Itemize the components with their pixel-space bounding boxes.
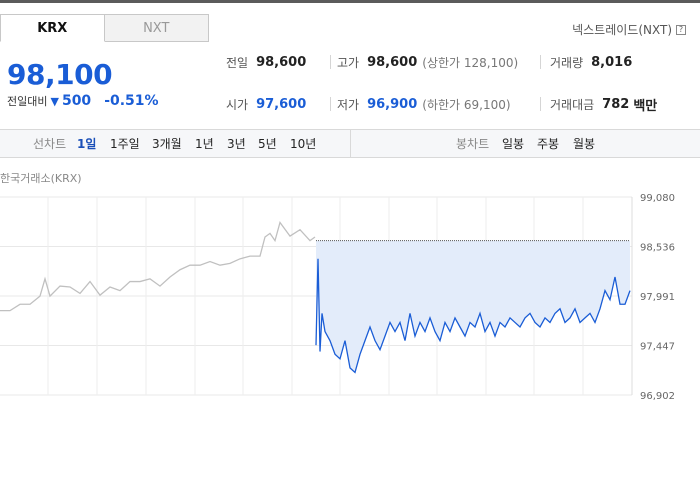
change-label: 전일대비 <box>7 95 48 108</box>
help-icon[interactable]: ? <box>676 24 686 35</box>
stat-label: 고가 <box>337 55 360 70</box>
line-chart-periods: 선차트 1일 1주일 3개월 1년 3년 5년 10년 <box>0 130 350 157</box>
stat-label: 시가 <box>226 97 249 112</box>
stat-value: 8,016 <box>591 54 633 70</box>
stat-label: 거래량 <box>550 55 584 70</box>
chart-caption: 한국거래소(KRX) <box>0 172 82 185</box>
period-bar: 선차트 1일 1주일 3개월 1년 3년 5년 10년 봉차트 일봉 주봉 월봉 <box>0 129 700 158</box>
price-change: 전일대비 ▼ 500 -0.51% <box>7 93 159 109</box>
candle-monthly[interactable]: 월봉 <box>573 135 595 152</box>
candle-chart-label: 봉차트 <box>456 137 490 151</box>
divider <box>540 97 541 111</box>
period-3m[interactable]: 3개월 <box>152 135 182 152</box>
current-price: 98,100 <box>7 58 113 91</box>
series-line-pre-market <box>0 220 316 312</box>
stat-unit: 백만 <box>633 98 658 114</box>
stat-label: 저가 <box>337 97 360 112</box>
nxt-link-label: 넥스트레이드(NXT) <box>572 23 672 37</box>
stat-value: 97,600 <box>256 96 307 112</box>
y-tick-label: 97,447 <box>640 342 675 353</box>
period-3y[interactable]: 3년 <box>227 135 246 152</box>
candle-weekly[interactable]: 주봉 <box>537 135 559 152</box>
y-tick-label: 96,902 <box>640 391 675 400</box>
period-1y[interactable]: 1년 <box>195 135 214 152</box>
nxt-link[interactable]: 넥스트레이드(NXT) ? <box>572 21 686 38</box>
stat-value: 98,600 <box>367 54 418 70</box>
top-border <box>0 0 700 3</box>
period-10y[interactable]: 10년 <box>290 135 316 152</box>
period-1w[interactable]: 1주일 <box>110 135 140 152</box>
stat-value: 782 <box>602 96 630 112</box>
stat-volume: 거래량 8,016 <box>550 50 632 74</box>
stat-amount: 거래대금 782 백만 <box>550 92 657 116</box>
period-1d[interactable]: 1일 <box>77 135 96 152</box>
divider <box>330 55 331 69</box>
change-percent: -0.51% <box>104 93 159 109</box>
divider <box>330 97 331 111</box>
y-tick-label: 98,536 <box>640 243 675 254</box>
stat-prev-close: 전일 98,600 <box>226 50 306 74</box>
stat-upper-limit: (상한가 128,100) <box>422 55 519 70</box>
period-5y[interactable]: 5년 <box>258 135 277 152</box>
stat-high: 고가 98,600 (상한가 128,100) <box>337 50 518 74</box>
down-triangle-icon: ▼ <box>50 95 59 108</box>
y-tick-label: 99,080 <box>640 193 675 204</box>
stat-open: 시가 97,600 <box>226 92 306 116</box>
stat-label: 전일 <box>226 55 249 70</box>
stat-lower-limit: (하한가 69,100) <box>422 97 511 112</box>
stat-low: 저가 96,900 (하한가 69,100) <box>337 92 511 116</box>
change-value: 500 <box>61 93 92 109</box>
stat-value: 96,900 <box>367 96 418 112</box>
stat-label: 거래대금 <box>550 97 595 112</box>
tab-krx[interactable]: KRX <box>0 14 105 42</box>
market-tabs: KRX NXT <box>0 14 209 42</box>
intraday-price-chart[interactable]: 99,080 98,536 97,991 97,447 96,902 <box>0 185 700 400</box>
candle-daily[interactable]: 일봉 <box>502 135 524 152</box>
candle-chart-periods: 봉차트 일봉 주봉 월봉 <box>350 130 700 157</box>
y-tick-label: 97,991 <box>640 292 675 303</box>
stat-value: 98,600 <box>256 54 307 70</box>
tab-nxt[interactable]: NXT <box>104 14 209 42</box>
divider <box>540 55 541 69</box>
line-chart-label: 선차트 <box>33 137 67 151</box>
